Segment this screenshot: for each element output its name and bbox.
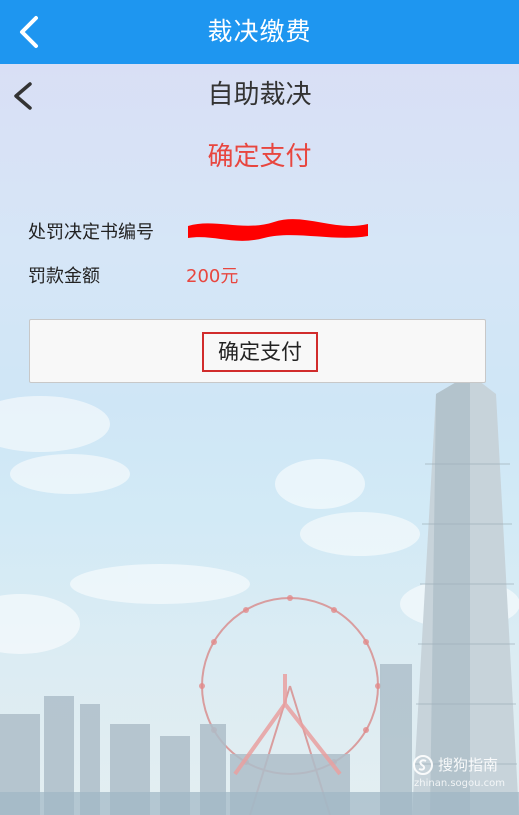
- fine-amount-value: 200元: [186, 266, 239, 287]
- sub-header: 自助裁决: [0, 64, 519, 128]
- section-heading: 确定支付: [207, 142, 312, 172]
- page-title: 自助裁决: [207, 80, 312, 110]
- redaction-mark: [188, 219, 368, 241]
- header-title: 裁决缴费: [207, 17, 312, 46]
- fine-amount-row: 罚款金额 200元: [28, 262, 238, 288]
- confirm-pay-button[interactable]: 确定支付: [29, 319, 486, 383]
- fine-amount-label: 罚款金额: [28, 266, 100, 287]
- page-content: 自助裁决 确定支付 处罚决定书编号 罚款金额 200元 确定支付 搜狗指南 zh…: [0, 64, 519, 815]
- watermark-url: zhinan.sogou.com: [414, 778, 506, 789]
- sogou-logo-icon: [413, 755, 433, 775]
- decision-number-label: 处罚决定书编号: [28, 222, 154, 243]
- city-background-image: [0, 374, 519, 815]
- app-header: 裁决缴费: [0, 0, 519, 64]
- watermark-brand: 搜狗指南: [438, 756, 499, 774]
- confirm-pay-label: 确定支付: [202, 332, 318, 372]
- decision-number-row: 处罚决定书编号: [28, 218, 368, 244]
